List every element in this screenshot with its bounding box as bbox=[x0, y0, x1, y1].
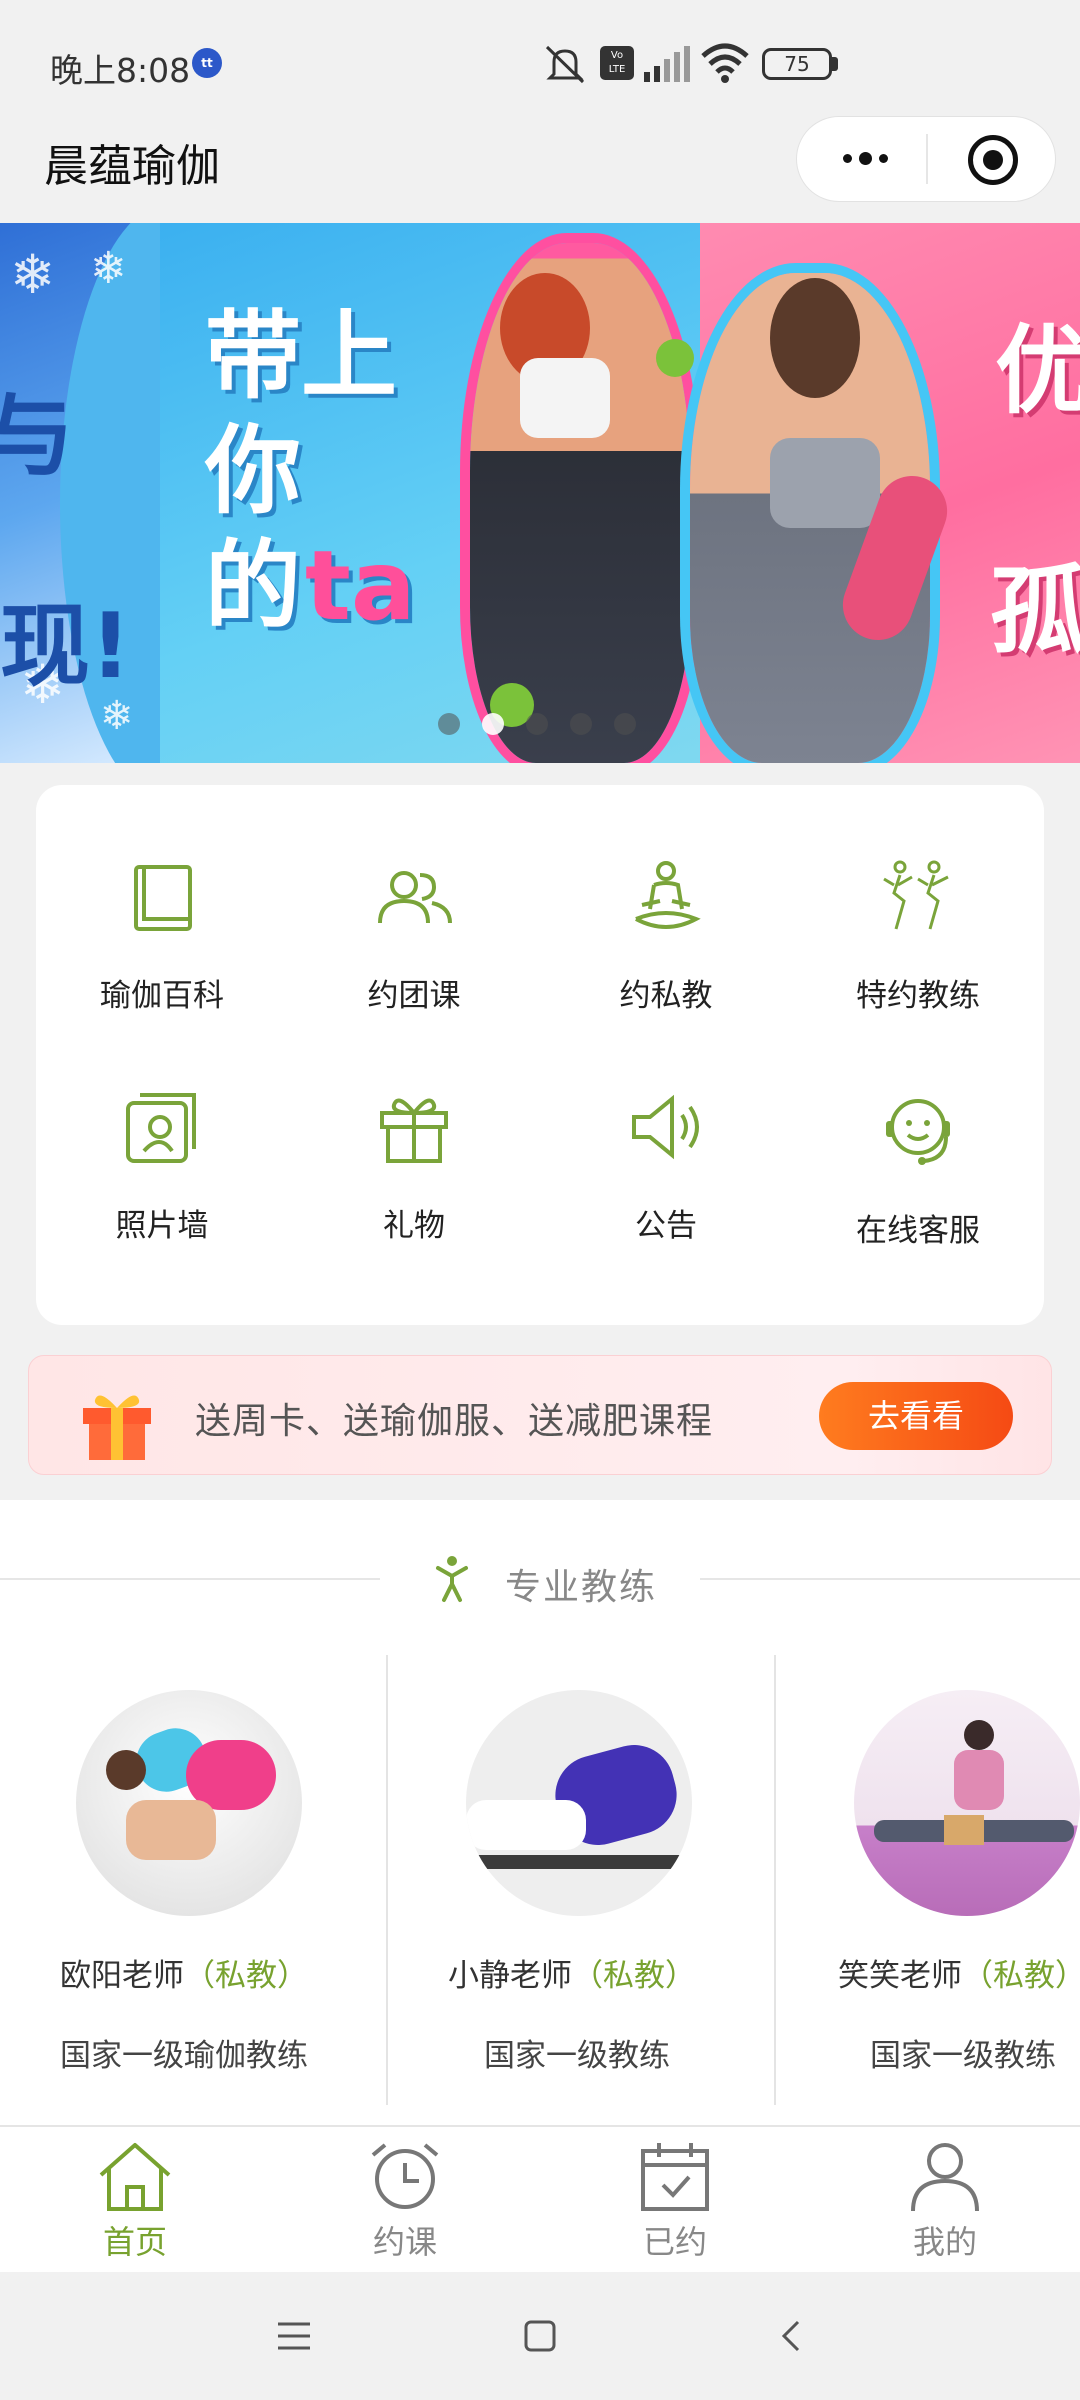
capsule-divider bbox=[926, 134, 928, 184]
book-icon bbox=[134, 865, 192, 931]
coach-name: 笑笑老师 bbox=[838, 1958, 962, 1994]
carousel-indicator[interactable] bbox=[438, 713, 636, 735]
banner-person-hair bbox=[770, 278, 860, 398]
gift-icon bbox=[380, 1098, 448, 1163]
home-square-icon[interactable] bbox=[520, 2316, 560, 2356]
more-icon[interactable] bbox=[830, 138, 900, 178]
coach-role: 国家一级教练 bbox=[870, 2038, 1056, 2074]
carrier-badge-icon: tt bbox=[192, 48, 222, 78]
coach-role: 国家一级瑜伽教练 bbox=[60, 2038, 308, 2074]
tab-label: 已约 bbox=[642, 2223, 707, 2261]
gift-box-icon bbox=[83, 1395, 151, 1460]
banner-text: 带上 bbox=[205, 300, 397, 412]
tab-label: 首页 bbox=[102, 2223, 167, 2261]
status-time: 晚上8:08 bbox=[50, 51, 191, 90]
battery-icon: 75 bbox=[762, 48, 832, 80]
close-target-icon[interactable] bbox=[968, 135, 1018, 185]
tab-home[interactable]: 首页 bbox=[0, 2127, 270, 2274]
grid-item-group-class[interactable]: 约团课 bbox=[288, 785, 540, 1015]
grid-label: 特约教练 bbox=[856, 978, 980, 1014]
tab-booked[interactable]: 已约 bbox=[540, 2127, 810, 2274]
coach-photo bbox=[76, 1690, 302, 1916]
tab-label: 我的 bbox=[912, 2223, 977, 2261]
battery-nub bbox=[832, 57, 838, 71]
photo-wall-icon bbox=[126, 1093, 196, 1163]
home-icon bbox=[99, 2143, 171, 2211]
coach-card[interactable]: 欧阳老师（私教） 国家一级瑜伽教练 bbox=[0, 1500, 388, 2074]
snowflake-icon: ❄ bbox=[10, 243, 56, 306]
banner-text: 你 bbox=[205, 415, 301, 527]
grid-label: 公告 bbox=[635, 1208, 697, 1244]
promo-text: 送周卡、送瑜伽服、送减肥课程 bbox=[195, 1401, 714, 1442]
grid-label: 照片墙 bbox=[115, 1208, 209, 1244]
headset-icon bbox=[886, 1099, 950, 1165]
grid-item-announcement[interactable]: 公告 bbox=[540, 1015, 792, 1245]
banner-carousel[interactable]: ❄ ❄ ❄ ❄ 与 现! 带上 你 的 ta 优 孤 bbox=[0, 223, 1080, 763]
grid-label: 礼物 bbox=[383, 1208, 445, 1244]
coach-name: 欧阳老师 bbox=[60, 1958, 184, 1994]
coach-name-line: 欧阳老师（私教） bbox=[60, 1950, 308, 1995]
coach-photo bbox=[466, 1690, 692, 1916]
coach-card[interactable]: 笑笑老师（私教） 国家一级教练 bbox=[776, 1500, 1080, 2074]
grid-label: 约团课 bbox=[367, 978, 461, 1014]
grid-label: 约私教 bbox=[619, 978, 713, 1014]
coach-tag: （私教） bbox=[962, 1958, 1080, 1994]
coach-role: 国家一级教练 bbox=[484, 2038, 670, 2074]
carousel-dot[interactable] bbox=[526, 713, 548, 735]
page-title: 晨蕴瑜伽 bbox=[44, 141, 220, 192]
grid-item-yoga-encyclopedia[interactable]: 瑜伽百科 bbox=[36, 785, 288, 1015]
snowflake-icon: ❄ bbox=[90, 243, 127, 294]
banner-text-accent: ta bbox=[305, 530, 416, 642]
carousel-dot[interactable] bbox=[570, 713, 592, 735]
grid-item-photo-wall[interactable]: 照片墙 bbox=[36, 1015, 288, 1245]
wifi-icon bbox=[701, 43, 749, 83]
group-icon bbox=[378, 871, 452, 924]
grid-label: 在线客服 bbox=[856, 1213, 980, 1249]
coach-name-line: 小静老师（私教） bbox=[448, 1950, 696, 1995]
tab-mine[interactable]: 我的 bbox=[810, 2127, 1080, 2274]
banner-prev-text: 现! bbox=[0, 594, 132, 699]
back-icon[interactable] bbox=[772, 2316, 812, 2356]
coaches-section: 专业教练 欧阳老师（私教） 国家一级瑜伽教练 小静老师（私教） 国家一级教练 笑… bbox=[0, 1500, 1080, 2125]
grid-label: 瑜伽百科 bbox=[100, 978, 224, 1014]
speaker-icon bbox=[632, 1094, 699, 1160]
banner-next-text: 孤 bbox=[990, 555, 1080, 667]
feature-grid: 瑜伽百科 约团课 约私教 特约教练 照片墙 礼物 公告 在线客服 bbox=[36, 785, 1044, 1325]
tab-label: 约课 bbox=[372, 2223, 437, 2261]
dancers-icon bbox=[883, 860, 949, 930]
meditation-icon bbox=[635, 861, 701, 929]
grid-item-customer-service[interactable]: 在线客服 bbox=[792, 1015, 1044, 1249]
promo-go-button[interactable]: 去看看 bbox=[819, 1382, 1013, 1450]
menu-icon[interactable] bbox=[274, 2316, 314, 2356]
banner-person-top bbox=[520, 358, 610, 438]
system-nav-bar bbox=[0, 2272, 1080, 2400]
coach-card[interactable]: 小静老师（私教） 国家一级教练 bbox=[388, 1500, 776, 2074]
banner-person-top bbox=[770, 438, 880, 528]
banner-prev-text: 与 bbox=[0, 384, 74, 489]
person-icon bbox=[911, 2143, 979, 2212]
carousel-dot-active[interactable] bbox=[482, 713, 504, 735]
coach-tag: （私教） bbox=[184, 1958, 308, 1994]
banner-text: 的 bbox=[205, 530, 301, 642]
volte-icon: Vo LTE bbox=[600, 46, 634, 80]
grid-item-gift[interactable]: 礼物 bbox=[288, 1015, 540, 1245]
signal-icon bbox=[644, 46, 690, 82]
promo-banner[interactable]: 送周卡、送瑜伽服、送减肥课程 去看看 bbox=[28, 1355, 1052, 1475]
coach-name: 小静老师 bbox=[448, 1958, 572, 1994]
tab-book-class[interactable]: 约课 bbox=[270, 2127, 540, 2274]
banner-next-text: 优 bbox=[995, 315, 1080, 427]
coach-tag: （私教） bbox=[572, 1958, 696, 1994]
coach-name-line: 笑笑老师（私教） bbox=[838, 1950, 1080, 1995]
grid-item-private-class[interactable]: 约私教 bbox=[540, 785, 792, 1015]
carousel-dot[interactable] bbox=[438, 713, 460, 735]
alarm-clock-icon bbox=[371, 2143, 439, 2209]
bottom-tab-bar: 首页 约课 已约 我的 bbox=[0, 2125, 1080, 2272]
coach-photo bbox=[854, 1690, 1080, 1916]
mute-bell-icon bbox=[545, 45, 585, 84]
carousel-dot[interactable] bbox=[614, 713, 636, 735]
calendar-check-icon bbox=[641, 2143, 709, 2211]
dumbbell-icon bbox=[656, 339, 694, 377]
grid-item-special-coach[interactable]: 特约教练 bbox=[792, 785, 1044, 1015]
